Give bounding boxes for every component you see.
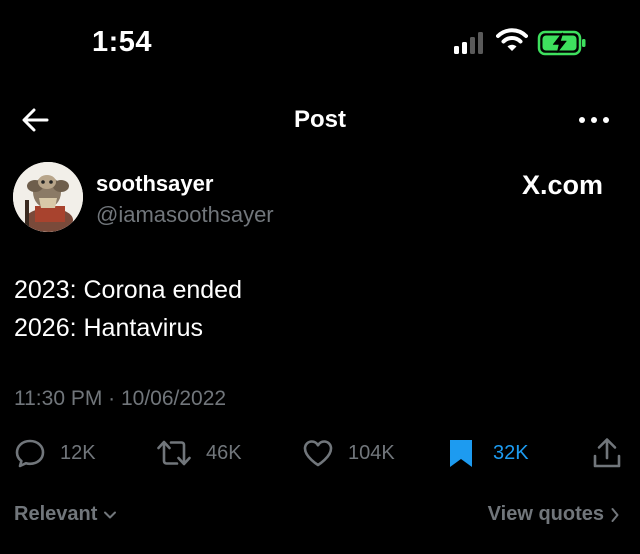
avatar-image [13,162,83,232]
author-handle[interactable]: @iamasoothsayer [96,202,274,228]
reply-count: 12K [60,441,96,464]
sort-relevant-dropdown[interactable]: Relevant [14,503,117,526]
repost-button[interactable]: 46K [156,437,242,469]
reply-icon [15,439,45,468]
share-icon[interactable] [592,437,622,469]
sort-relevant-label: Relevant [14,503,98,525]
author-display-name[interactable]: soothsayer [96,171,213,197]
like-count: 104K [348,441,395,464]
wifi-icon [496,28,528,51]
view-quotes-link[interactable]: View quotes [488,503,620,526]
like-icon [303,440,333,467]
page-title: Post [293,106,346,133]
status-time: 1:54 [92,26,153,58]
post-timestamp[interactable]: 11:30 PM · 10/06/2022 [14,387,226,411]
signal-icon [454,30,488,54]
battery-charging-icon [537,30,586,56]
more-icon[interactable] [578,114,610,126]
chevron-right-icon [611,507,619,522]
view-quotes-label: View quotes [487,503,604,525]
bookmark-count: 32K [493,441,529,464]
avatar[interactable] [13,162,83,232]
repost-count: 46K [206,441,242,464]
like-button[interactable]: 104K [302,437,395,469]
bookmark-button[interactable]: 32K [447,437,529,469]
post-text-line: 2023: Corona ended [14,276,242,304]
chevron-down-icon [104,511,117,518]
post-text-line: 2026: Hantavirus [14,314,204,342]
reply-button[interactable]: 12K [14,437,96,469]
repost-icon [157,440,191,466]
bookmark-icon [450,440,472,467]
x-com-watermark: X.com [522,170,604,200]
